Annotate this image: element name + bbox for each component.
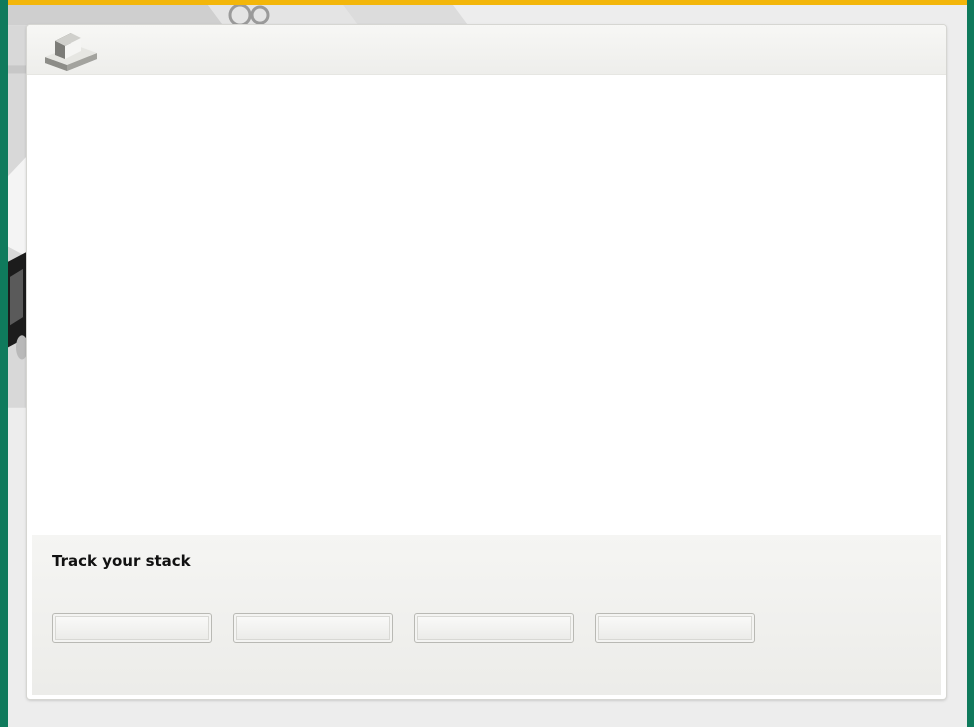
tracker-field-4[interactable]: [595, 613, 755, 643]
track-stack-title: Track your stack: [52, 552, 191, 570]
tracker-dialog: Track your stack: [27, 25, 946, 699]
tracker-fields-row: [52, 613, 755, 643]
tracker-field-3[interactable]: [414, 613, 574, 643]
tracker-field-1[interactable]: [52, 613, 212, 643]
dialog-content-area: [27, 75, 946, 533]
tracker-field-2[interactable]: [233, 613, 393, 643]
track-stack-panel: Track your stack: [32, 535, 941, 695]
gold-bars-icon: [45, 33, 97, 71]
dialog-header: [27, 25, 946, 75]
